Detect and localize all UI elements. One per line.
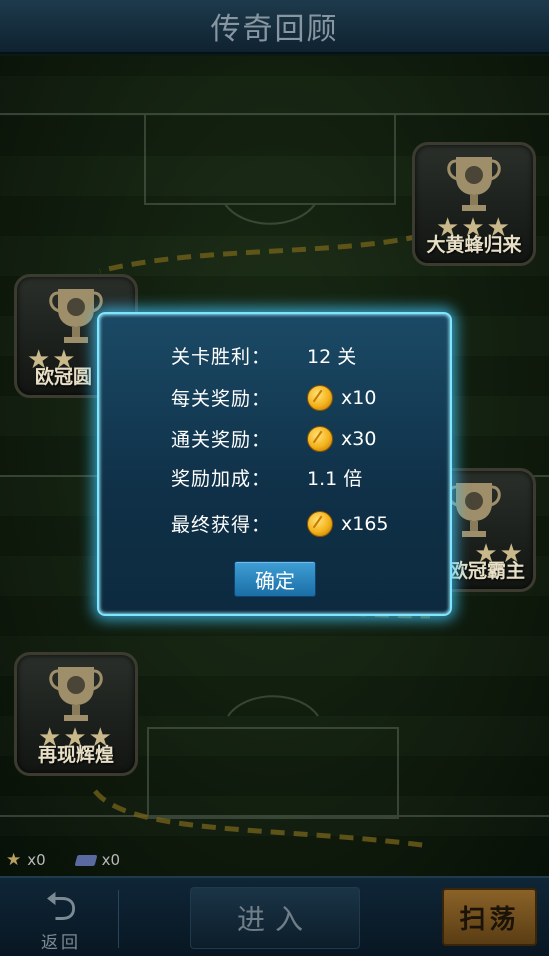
row-label: 每关奖励：	[171, 388, 272, 410]
row-label: 关卡胜利：	[171, 346, 272, 368]
undo-arrow-icon: ⮌	[44, 884, 78, 930]
trophy-cup-icon	[447, 483, 501, 537]
confirm-button[interactable]: 确定	[234, 561, 316, 597]
bottom-bar: ⮌ 返回 进入 扫荡	[0, 876, 549, 956]
divider	[118, 890, 119, 948]
page-title: 传奇回顾	[210, 12, 339, 47]
trophy-cup-icon	[447, 157, 501, 211]
back-label: 返回	[41, 933, 81, 953]
gold-coin-icon	[307, 425, 333, 452]
row-value: x10	[341, 386, 377, 409]
ticket-icon	[74, 854, 98, 866]
row-label: 奖励加成：	[171, 468, 272, 490]
trophy-cup-icon	[49, 667, 103, 721]
row-value: x30	[341, 427, 377, 450]
enter-button[interactable]: 进入	[190, 887, 360, 949]
row-label: 通关奖励：	[171, 429, 272, 451]
gold-coin-icon	[307, 510, 333, 537]
gold-coin-icon	[307, 384, 333, 411]
reward-row-clear: 通关奖励： x30	[171, 425, 376, 452]
reward-row-per-level: 每关奖励： x10	[171, 384, 376, 411]
reward-row-bonus: 奖励加成： 1.1 倍	[171, 464, 362, 491]
trophy-name: 再现辉煌	[37, 744, 114, 766]
row-label: 最终获得：	[171, 514, 272, 536]
reward-dialog: 关卡胜利： 12 关 每关奖励： x10 通关奖励： x30 奖励加成： 1.1…	[97, 312, 452, 616]
inventory-counts: ★ x0 x0	[6, 850, 120, 870]
reward-row-final: 最终获得： x165	[171, 510, 389, 537]
trophy-name: 大黄蜂归来	[426, 234, 522, 256]
star-count: x0	[27, 851, 46, 869]
level-trophy-1[interactable]: ★★★ 大黄蜂归来	[412, 142, 536, 266]
star-icon: ★	[6, 850, 22, 870]
row-value: 1.1 倍	[307, 468, 363, 490]
top-bar: 传奇回顾	[0, 0, 549, 54]
back-button[interactable]: ⮌ 返回	[18, 884, 104, 953]
sweep-button[interactable]: 扫荡	[442, 888, 537, 946]
row-value: x165	[341, 512, 389, 535]
level-trophy-4[interactable]: ★★★ 再现辉煌	[14, 652, 138, 776]
reward-row-levels-won: 关卡胜利： 12 关	[171, 342, 356, 369]
ticket-count: x0	[101, 851, 121, 869]
row-value: 12 关	[307, 346, 357, 368]
